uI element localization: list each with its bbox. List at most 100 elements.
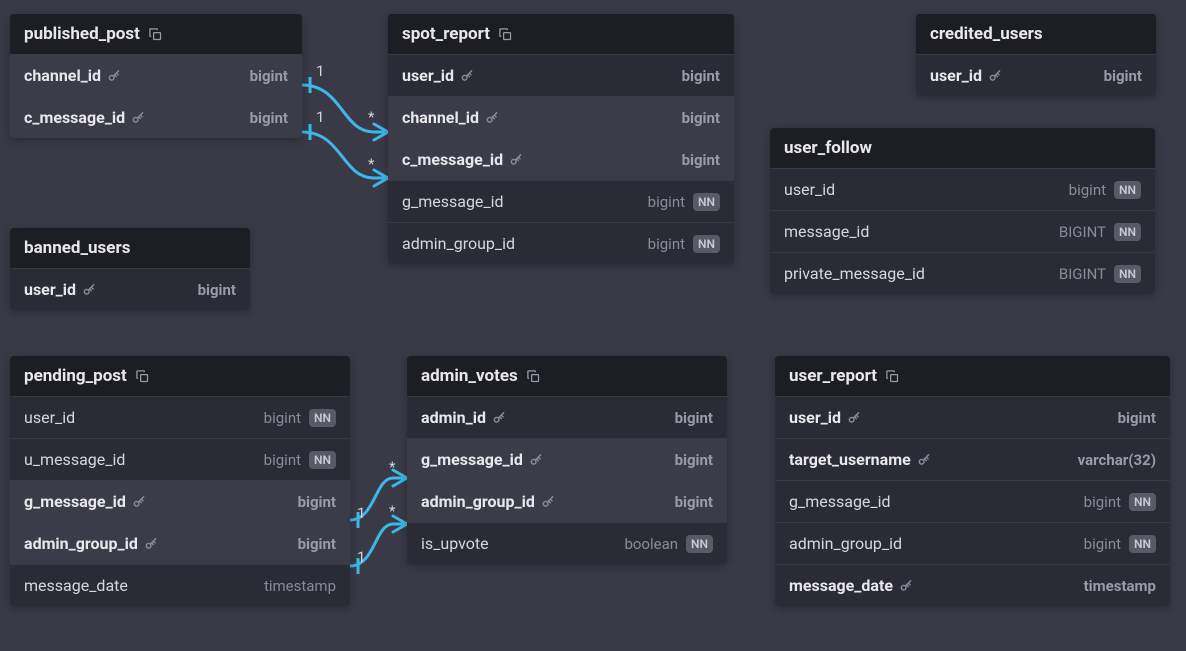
column-name: is_upvote bbox=[421, 534, 489, 553]
key-icon bbox=[485, 111, 499, 125]
column-type: bigint bbox=[648, 193, 685, 211]
cardinality-label: * bbox=[368, 108, 374, 126]
not-null-badge: NN bbox=[686, 535, 713, 553]
copy-icon[interactable] bbox=[148, 27, 163, 42]
column-type: BIGINT bbox=[1059, 223, 1106, 241]
column-name: message_date bbox=[789, 576, 893, 595]
key-icon bbox=[131, 111, 145, 125]
column-name: g_message_id bbox=[421, 450, 523, 469]
column-row[interactable]: user_idbigintNN bbox=[770, 168, 1155, 210]
table-spot_report[interactable]: spot_reportuser_idbigintchannel_idbigint… bbox=[388, 14, 734, 264]
key-icon bbox=[509, 153, 523, 167]
key-icon bbox=[899, 579, 913, 593]
column-name: channel_id bbox=[402, 108, 479, 127]
column-row[interactable]: message_idBIGINTNN bbox=[770, 210, 1155, 252]
not-null-badge: NN bbox=[309, 451, 336, 469]
column-row[interactable]: channel_idbigint bbox=[10, 54, 302, 96]
column-type: bigint bbox=[682, 151, 720, 169]
column-row[interactable]: user_id bigint bbox=[388, 54, 734, 96]
column-row[interactable]: user_idbigint bbox=[916, 54, 1156, 96]
copy-icon[interactable] bbox=[885, 369, 900, 384]
copy-icon[interactable] bbox=[526, 369, 541, 384]
table-title: pending_post bbox=[24, 366, 127, 386]
column-row[interactable]: target_username varchar(32) bbox=[775, 438, 1170, 480]
column-row[interactable]: admin_group_idbigint bbox=[10, 522, 350, 564]
column-type: bigint bbox=[298, 493, 336, 511]
column-type: varchar(32) bbox=[1078, 451, 1156, 469]
column-row[interactable]: user_idbigint bbox=[775, 396, 1170, 438]
column-name: admin_group_id bbox=[789, 534, 902, 553]
not-null-badge: NN bbox=[1114, 265, 1141, 283]
key-icon bbox=[82, 283, 96, 297]
column-row[interactable]: g_message_idbigint bbox=[407, 438, 727, 480]
table-header[interactable]: admin_votes bbox=[407, 356, 727, 396]
column-row[interactable]: admin_group_idbigintNN bbox=[775, 522, 1170, 564]
key-icon bbox=[492, 411, 506, 425]
table-header[interactable]: user_follow bbox=[770, 128, 1155, 168]
column-name: user_id bbox=[784, 180, 835, 199]
column-name: target_username bbox=[789, 450, 911, 469]
column-name: user_id bbox=[24, 280, 76, 299]
column-name: admin_id bbox=[421, 408, 486, 427]
table-title: user_report bbox=[789, 366, 877, 386]
column-type: bigint bbox=[1104, 67, 1142, 85]
column-row[interactable]: private_message_idBIGINTNN bbox=[770, 252, 1155, 294]
column-type: bigint bbox=[264, 451, 301, 469]
column-type: bigint bbox=[250, 109, 288, 127]
column-name: user_id bbox=[402, 66, 454, 85]
column-row[interactable]: is_upvote boolean NN bbox=[407, 522, 727, 564]
column-row[interactable]: admin_group_idbigintNN bbox=[388, 222, 734, 264]
column-row[interactable]: c_message_idbigint bbox=[388, 138, 734, 180]
column-name: user_id bbox=[24, 408, 75, 427]
column-row[interactable]: message_datetimestamp bbox=[10, 564, 350, 606]
key-icon bbox=[541, 495, 555, 509]
column-row[interactable]: admin_group_idbigint bbox=[407, 480, 727, 522]
table-header[interactable]: pending_post bbox=[10, 356, 350, 396]
column-row[interactable]: g_message_idbigint bbox=[10, 480, 350, 522]
column-type: BIGINT bbox=[1059, 265, 1106, 283]
column-type: bigint bbox=[648, 235, 685, 253]
table-credited_users[interactable]: credited_usersuser_idbigint bbox=[916, 14, 1156, 96]
column-name: g_message_id bbox=[789, 492, 891, 511]
key-icon bbox=[847, 411, 861, 425]
column-row[interactable]: g_message_id bigint NN bbox=[388, 180, 734, 222]
table-pending_post[interactable]: pending_postuser_idbigintNNu_message_idb… bbox=[10, 356, 350, 606]
key-icon bbox=[107, 69, 121, 83]
column-row[interactable]: message_datetimestamp bbox=[775, 564, 1170, 606]
column-type: bigint bbox=[1084, 535, 1121, 553]
key-icon bbox=[988, 69, 1002, 83]
column-type: boolean bbox=[624, 535, 678, 553]
key-icon bbox=[917, 453, 931, 467]
column-row[interactable]: c_message_idbigint bbox=[10, 96, 302, 138]
table-title: user_follow bbox=[784, 138, 872, 158]
table-header[interactable]: banned_users bbox=[10, 228, 250, 268]
column-row[interactable]: u_message_idbigintNN bbox=[10, 438, 350, 480]
table-user_follow[interactable]: user_follow user_idbigintNN message_id BIGI… bbox=[770, 128, 1155, 294]
table-header[interactable]: user_report bbox=[775, 356, 1170, 396]
table-title: published_post bbox=[24, 24, 140, 44]
table-admin_votes[interactable]: admin_votesadmin_idbigintg_message_idbig… bbox=[407, 356, 727, 564]
not-null-badge: NN bbox=[693, 193, 720, 211]
table-header[interactable]: spot_report bbox=[388, 14, 734, 54]
column-type: bigint bbox=[250, 67, 288, 85]
table-user_report[interactable]: user_report user_idbigint target_username v… bbox=[775, 356, 1170, 606]
copy-icon[interactable] bbox=[135, 369, 150, 384]
column-type: bigint bbox=[682, 67, 720, 85]
column-row[interactable]: channel_idbigint bbox=[388, 96, 734, 138]
table-banned_users[interactable]: banned_usersuser_idbigint bbox=[10, 228, 250, 310]
column-row[interactable]: user_idbigint bbox=[10, 268, 250, 310]
table-header[interactable]: published_post bbox=[10, 14, 302, 54]
table-title: spot_report bbox=[402, 24, 490, 44]
column-type: bigint bbox=[1084, 493, 1121, 511]
table-header[interactable]: credited_users bbox=[916, 14, 1156, 54]
not-null-badge: NN bbox=[693, 235, 720, 253]
table-published_post[interactable]: published_post channel_idbigintc_message_… bbox=[10, 14, 302, 138]
column-row[interactable]: user_idbigintNN bbox=[10, 396, 350, 438]
copy-icon[interactable] bbox=[498, 27, 513, 42]
column-row[interactable]: g_message_idbigintNN bbox=[775, 480, 1170, 522]
column-row[interactable]: admin_idbigint bbox=[407, 396, 727, 438]
column-name: message_id bbox=[784, 222, 869, 241]
column-name: g_message_id bbox=[402, 192, 504, 211]
relationship-line bbox=[302, 70, 388, 190]
key-icon bbox=[460, 69, 474, 83]
